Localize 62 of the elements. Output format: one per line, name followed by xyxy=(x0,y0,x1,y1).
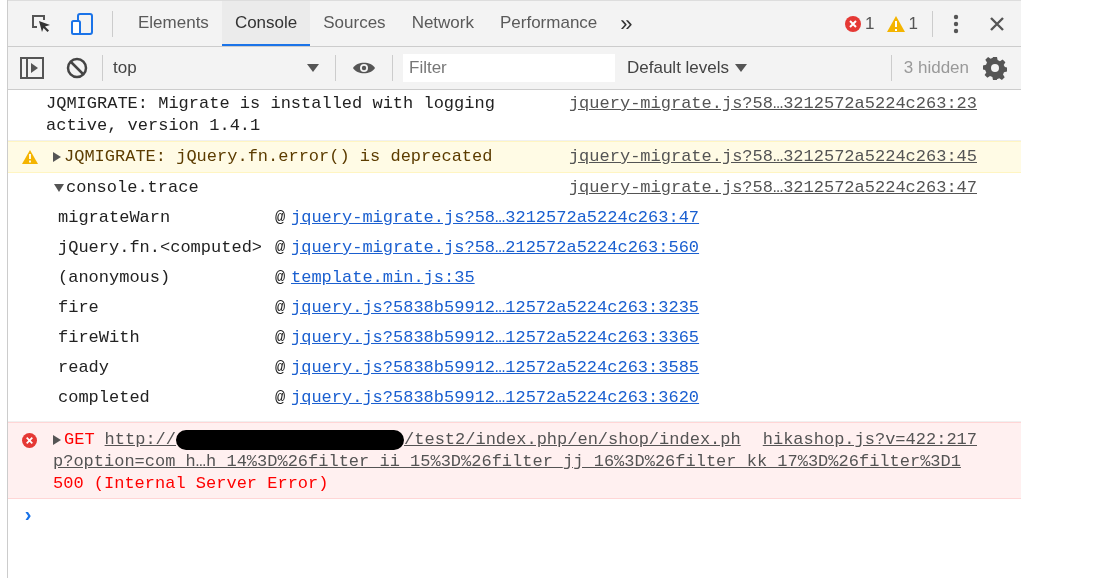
at-sign: @ xyxy=(275,327,287,349)
error-icon xyxy=(845,15,862,32)
function-name: (anonymous) xyxy=(58,267,172,289)
panel-tab[interactable]: Elements xyxy=(125,1,222,46)
stack-frame-link[interactable]: jquery-migrate.js?58…212572a5224c263:560 xyxy=(291,237,700,259)
at-sign: @ xyxy=(275,237,287,259)
panel-tab[interactable]: Network xyxy=(398,1,487,46)
at-sign: @ xyxy=(275,357,287,379)
request-url-link[interactable]: http:// /test2/index.php/en/shop/index.ph xyxy=(104,429,741,451)
source-link[interactable]: jquery-migrate.js?58…3212572a5224c263:23 xyxy=(568,93,977,137)
function-name: fireWith xyxy=(58,327,141,349)
source-link[interactable]: hikashop.js?v=422:217 xyxy=(762,429,977,451)
stack-frame-link[interactable]: jquery.js?5838b59912…12572a5224c263:3585 xyxy=(291,357,700,379)
source-link[interactable]: jquery-migrate.js?58…3212572a5224c263:47 xyxy=(568,177,977,199)
collapsed-caret-icon[interactable] xyxy=(52,152,62,162)
settings-icon[interactable] xyxy=(983,56,1007,80)
filter-field[interactable]: Filter xyxy=(403,54,615,82)
warning-icon xyxy=(886,15,905,32)
warning-icon xyxy=(22,150,38,164)
at-sign: @ xyxy=(275,387,287,409)
prompt-caret[interactable]: › xyxy=(22,505,34,527)
at-sign: @ xyxy=(275,297,287,319)
collapsed-caret-icon[interactable] xyxy=(52,435,62,445)
panel-tab[interactable]: Console xyxy=(221,1,311,46)
function-name: completed xyxy=(58,387,151,409)
dropdown-arrow-icon xyxy=(307,64,319,72)
context-dropdown[interactable]: top xyxy=(113,55,323,81)
stack-frame-link[interactable]: template.min.js:35 xyxy=(291,267,475,289)
stack-frame-link[interactable]: jquery.js?5838b59912…12572a5224c263:3620 xyxy=(291,387,700,409)
source-link[interactable]: jquery-migrate.js?58…3212572a5224c263:45 xyxy=(568,146,977,168)
hidden-count: 3 hidden xyxy=(903,57,969,80)
expanded-caret-icon[interactable] xyxy=(54,183,64,193)
warning-count: 1 xyxy=(908,12,918,35)
trace-label: console.trace xyxy=(66,177,199,199)
function-name: ready xyxy=(58,357,110,379)
more-options-icon[interactable] xyxy=(953,13,959,34)
stack-frame-link[interactable]: jquery-migrate.js?58…3212572a5224c263:47 xyxy=(291,207,700,229)
more-tabs-button[interactable]: » xyxy=(610,1,643,46)
error-count: 1 xyxy=(865,12,875,35)
error-icon xyxy=(22,432,37,448)
stack-frame-link[interactable]: jquery.js?5838b59912…12572a5224c263:3365 xyxy=(291,327,700,349)
at-sign: @ xyxy=(275,267,287,289)
inspect-icon[interactable] xyxy=(30,12,52,35)
panel-tab[interactable]: Sources xyxy=(310,1,399,46)
at-sign: @ xyxy=(275,207,287,229)
log-message: JQMIGRATE: Migrate is installed with logging active, version 1.4.1 xyxy=(46,93,496,137)
error-status: 500 (Internal Server Error) xyxy=(52,473,330,495)
function-name: fire xyxy=(58,297,100,319)
clear-console-icon[interactable] xyxy=(66,57,88,79)
warning-message: JQMIGRATE: jQuery.fn.error() is deprecated xyxy=(64,146,493,168)
function-name: jQuery.fn.<computed> xyxy=(58,237,264,259)
stack-frame-link[interactable]: jquery.js?5838b59912…12572a5224c263:3235 xyxy=(291,297,700,319)
dropdown-arrow-icon xyxy=(735,64,748,72)
device-toggle-icon[interactable] xyxy=(70,11,94,36)
panel-tab[interactable]: Performance xyxy=(487,1,611,46)
request-url-link[interactable]: p?option=com_h…h_14%3D%26filter_ii_15%3D%26filter_jj_16%3D%26filter_kk_17%3D%26filter%3D1 xyxy=(22,451,977,473)
request-method: GET xyxy=(64,429,95,451)
levels-dropdown[interactable]: Default levels xyxy=(627,55,748,81)
close-icon[interactable] xyxy=(989,15,1005,32)
function-name: migrateWarn xyxy=(58,207,172,229)
sidebar-toggle-icon[interactable] xyxy=(20,57,44,79)
eye-icon[interactable] xyxy=(352,60,376,76)
